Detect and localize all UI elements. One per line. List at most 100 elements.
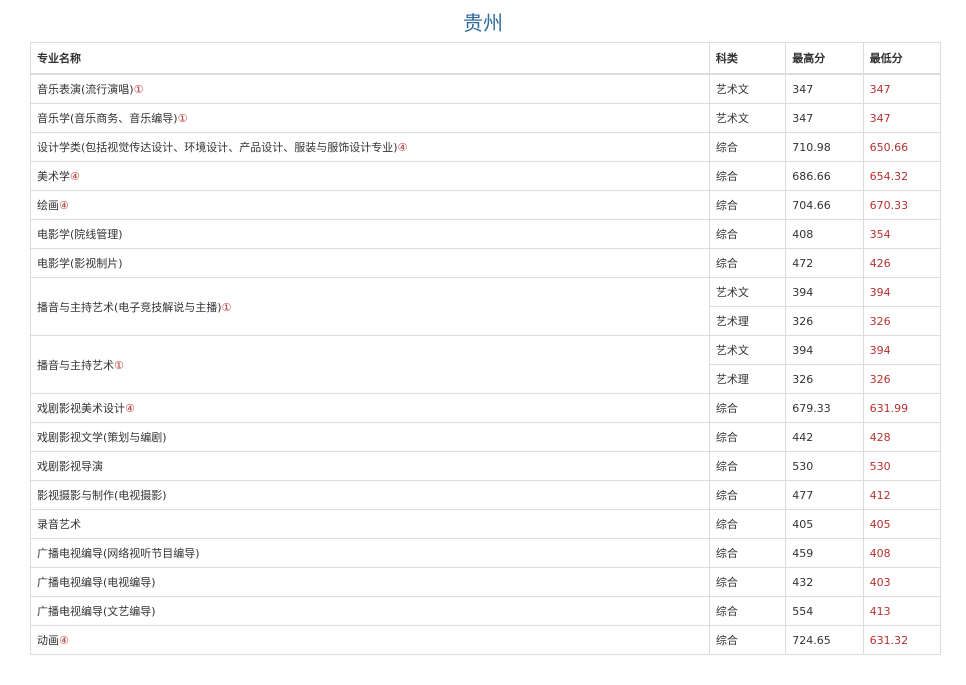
major-name-cell: 播音与主持艺术① bbox=[30, 335, 710, 394]
table-row: 广播电视编导(电视编导) 综合 432 403 bbox=[30, 567, 942, 597]
score-table: 专业名称 科类 最高分 最低分 音乐表演(流行演唱)① 艺术文 347 347 音乐学(… bbox=[30, 42, 942, 655]
header-max-score: 最高分 bbox=[785, 42, 864, 75]
table-row: 播音与主持艺术① 艺术文 394 394 bbox=[30, 335, 942, 394]
category-cell: 综合 bbox=[708, 393, 787, 423]
note-marker: ① bbox=[114, 358, 124, 372]
min-score-cell: 426 bbox=[862, 248, 942, 278]
note-marker: ④ bbox=[397, 141, 408, 154]
max-score-cell: 347 bbox=[785, 103, 864, 133]
header-category: 科类 bbox=[708, 42, 787, 75]
category-cell: 综合 bbox=[708, 596, 787, 626]
note-marker: ④ bbox=[59, 199, 69, 212]
min-score-cell: 428 bbox=[862, 422, 942, 452]
major-name-cell: 绘画④ bbox=[30, 190, 710, 220]
max-score-cell: 326 bbox=[785, 306, 864, 336]
table-row: 电影学(影视制片) 综合 472 426 bbox=[30, 248, 942, 278]
max-score-cell: 394 bbox=[785, 277, 864, 307]
major-name-cell: 电影学(院线管理) bbox=[30, 219, 710, 249]
major-name: 电影学(影视制片) bbox=[37, 257, 123, 270]
table-row: 设计学类(包括视觉传达设计、环境设计、产品设计、服装与服饰设计专业)④ 综合 710… bbox=[30, 132, 942, 162]
major-name: 戏剧影视美术设计 bbox=[37, 402, 125, 415]
max-score-cell: 432 bbox=[785, 567, 864, 597]
max-score-cell: 408 bbox=[785, 219, 864, 249]
max-score-cell: 710.98 bbox=[785, 132, 864, 162]
major-name: 动画 bbox=[37, 634, 59, 647]
min-score-cell: 530 bbox=[862, 451, 942, 481]
min-score-cell: 650.66 bbox=[862, 132, 942, 162]
major-name-cell: 电影学(影视制片) bbox=[30, 248, 710, 278]
major-name-cell: 美术学④ bbox=[30, 161, 710, 191]
major-name: 音乐学(音乐商务、音乐编导) bbox=[37, 112, 178, 125]
category-cell: 综合 bbox=[708, 509, 787, 539]
major-name: 设计学类(包括视觉传达设计、环境设计、产品设计、服装与服饰设计专业) bbox=[37, 141, 398, 154]
min-score-cell: 354 bbox=[862, 219, 942, 249]
min-score-cell: 347 bbox=[862, 103, 942, 133]
category-cell: 艺术理 bbox=[708, 306, 787, 336]
table-row: 影视摄影与制作(电视摄影) 综合 477 412 bbox=[30, 480, 942, 510]
table-row: 录音艺术 综合 405 405 bbox=[30, 509, 942, 539]
table-row: 播音与主持艺术(电子竞技解说与主播)① 艺术文 394 394 bbox=[30, 277, 942, 336]
max-score-cell: 724.65 bbox=[785, 625, 864, 655]
table-row: 音乐学(音乐商务、音乐编导)① 艺术文 347 347 bbox=[30, 103, 942, 133]
table-row: 戏剧影视文学(策划与编剧) 综合 442 428 bbox=[30, 422, 942, 452]
major-name: 播音与主持艺术(电子竞技解说与主播) bbox=[37, 300, 222, 314]
category-cell: 艺术文 bbox=[708, 103, 787, 133]
major-name-cell: 播音与主持艺术(电子竞技解说与主播)① bbox=[30, 277, 710, 336]
min-score-cell: 631.99 bbox=[862, 393, 942, 423]
major-name-cell: 广播电视编导(文艺编导) bbox=[30, 596, 710, 626]
table-row: 广播电视编导(网络视听节目编导) 综合 459 408 bbox=[30, 538, 942, 568]
table-row: 音乐表演(流行演唱)① 艺术文 347 347 bbox=[30, 73, 942, 104]
major-name: 广播电视编导(文艺编导) bbox=[37, 605, 156, 618]
max-score-cell: 405 bbox=[785, 509, 864, 539]
min-score-cell: 654.32 bbox=[862, 161, 942, 191]
table-row: 动画④ 综合 724.65 631.32 bbox=[30, 625, 942, 655]
major-name-cell: 录音艺术 bbox=[30, 509, 710, 539]
note-marker: ① bbox=[133, 83, 144, 96]
min-score-cell: 408 bbox=[862, 538, 942, 568]
max-score-cell: 704.66 bbox=[785, 190, 864, 220]
major-name: 绘画 bbox=[37, 199, 59, 212]
min-score-cell: 394 bbox=[862, 277, 942, 307]
table-row: 美术学④ 综合 686.66 654.32 bbox=[30, 161, 942, 191]
major-name-cell: 动画④ bbox=[30, 625, 710, 655]
min-score-cell: 413 bbox=[862, 596, 942, 626]
major-name-cell: 广播电视编导(电视编导) bbox=[30, 567, 710, 597]
major-name: 影视摄影与制作(电视摄影) bbox=[37, 489, 167, 502]
major-name-cell: 戏剧影视导演 bbox=[30, 451, 710, 481]
major-name-cell: 音乐学(音乐商务、音乐编导)① bbox=[30, 103, 710, 133]
min-score-cell: 326 bbox=[862, 364, 942, 394]
major-name-cell: 广播电视编导(网络视听节目编导) bbox=[30, 538, 710, 568]
max-score-cell: 477 bbox=[785, 480, 864, 510]
major-name-cell: 音乐表演(流行演唱)① bbox=[30, 73, 710, 104]
max-score-cell: 347 bbox=[785, 73, 864, 104]
category-cell: 综合 bbox=[708, 190, 787, 220]
max-score-cell: 442 bbox=[785, 422, 864, 452]
max-score-cell: 459 bbox=[785, 538, 864, 568]
header-major: 专业名称 bbox=[30, 42, 710, 75]
max-score-cell: 394 bbox=[785, 335, 864, 365]
major-name: 广播电视编导(网络视听节目编导) bbox=[37, 547, 200, 560]
major-name-cell: 影视摄影与制作(电视摄影) bbox=[30, 480, 710, 510]
max-score-cell: 472 bbox=[785, 248, 864, 278]
major-name: 电影学(院线管理) bbox=[37, 228, 123, 241]
min-score-cell: 394 bbox=[862, 335, 942, 365]
min-score-cell: 670.33 bbox=[862, 190, 942, 220]
table-header-row: 专业名称 科类 最高分 最低分 bbox=[30, 42, 942, 75]
major-name-cell: 戏剧影视美术设计④ bbox=[30, 393, 710, 423]
max-score-cell: 679.33 bbox=[785, 393, 864, 423]
category-cell: 综合 bbox=[708, 451, 787, 481]
max-score-cell: 530 bbox=[785, 451, 864, 481]
table-body: 音乐表演(流行演唱)① 艺术文 347 347 音乐学(音乐商务、音乐编导)① 艺术文 34… bbox=[30, 73, 942, 655]
max-score-cell: 326 bbox=[785, 364, 864, 394]
category-cell: 综合 bbox=[708, 248, 787, 278]
category-cell: 综合 bbox=[708, 161, 787, 191]
major-name: 播音与主持艺术 bbox=[37, 358, 114, 372]
major-name: 美术学 bbox=[37, 170, 70, 183]
table-row: 戏剧影视美术设计④ 综合 679.33 631.99 bbox=[30, 393, 942, 423]
max-score-cell: 554 bbox=[785, 596, 864, 626]
page-title: 贵州 bbox=[463, 11, 503, 35]
note-marker: ① bbox=[221, 300, 232, 314]
major-name: 录音艺术 bbox=[37, 518, 81, 531]
category-cell: 艺术文 bbox=[708, 335, 787, 365]
major-name-cell: 设计学类(包括视觉传达设计、环境设计、产品设计、服装与服饰设计专业)④ bbox=[30, 132, 710, 162]
